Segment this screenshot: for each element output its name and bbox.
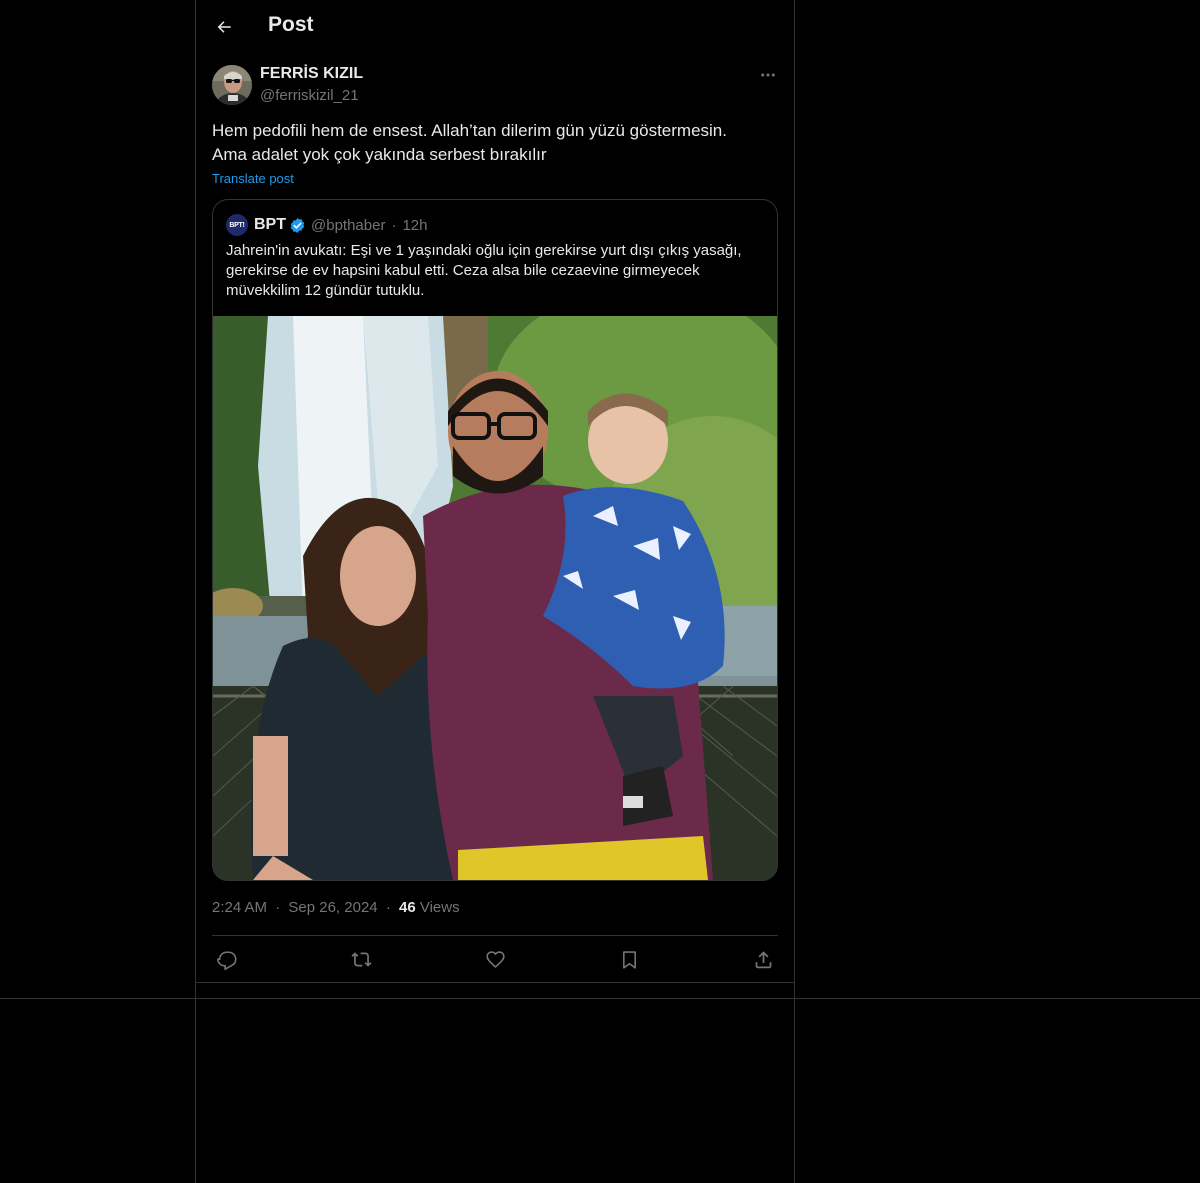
quoted-post-photo[interactable] [213, 316, 777, 880]
like-button[interactable] [480, 946, 510, 972]
author-name[interactable]: FERRİS KIZIL [260, 65, 363, 83]
quoted-text-line: müvekkilim 12 gündür tutuklu. [226, 282, 425, 299]
quoted-post-card[interactable]: BPT! BPT @bpthaber · 12h Jahrein'in avuk… [212, 199, 778, 881]
post-date[interactable]: Sep 26, 2024 [288, 899, 377, 916]
page-divider [0, 998, 1200, 999]
thread-divider [196, 982, 794, 983]
verified-badge-icon [289, 217, 306, 234]
post-text-line: Hem pedofili hem de ensest. Allah’tan di… [212, 121, 727, 140]
quoted-post-time[interactable]: 12h [402, 217, 427, 234]
reply-button[interactable] [212, 946, 242, 972]
post-time[interactable]: 2:24 AM [212, 899, 267, 916]
views-label: Views [419, 899, 460, 916]
quoted-post-header: BPT @bpthaber · 12h [254, 215, 427, 235]
arrow-left-icon [215, 18, 233, 36]
reply-icon [216, 949, 238, 970]
more-dots-icon [759, 66, 777, 84]
quoted-author-handle: @bpthaber [311, 216, 386, 234]
repost-icon [350, 949, 372, 970]
separator-dot: · [275, 899, 281, 916]
repost-button[interactable] [346, 946, 376, 972]
quoted-text-line: gerekirse de ev hapsini kabul etti. Ceza… [226, 262, 700, 279]
quoted-post-text: Jahrein'in avukatı: Eşi ve 1 yaşındaki o… [226, 241, 766, 301]
more-options-button[interactable] [753, 63, 783, 87]
post-header: Post [196, 0, 794, 54]
author-handle[interactable]: @ferriskizil_21 [260, 87, 359, 104]
separator-dot: · [391, 216, 397, 234]
views-count[interactable]: 46 [399, 899, 416, 916]
quoted-text-line: Jahrein'in avukatı: Eşi ve 1 yaşındaki o… [226, 242, 742, 259]
post-action-bar [212, 935, 778, 982]
quoted-author-name[interactable]: BPT [254, 216, 286, 234]
bookmark-icon [619, 949, 640, 970]
heart-icon [485, 949, 506, 970]
share-icon [753, 949, 774, 970]
page-title: Post [268, 13, 314, 36]
post-text-line: Ama adalet yok çok yakında serbest bırak… [212, 145, 547, 164]
post-meta: 2:24 AM · Sep 26, 2024 · 46 Views [212, 899, 460, 916]
separator-dot: · [385, 899, 391, 916]
quoted-author-avatar[interactable]: BPT! [226, 214, 248, 236]
back-button[interactable] [208, 11, 240, 43]
share-button[interactable] [748, 946, 778, 972]
author-avatar[interactable] [212, 65, 252, 105]
post-text: Hem pedofili hem de ensest. Allah’tan di… [212, 119, 778, 167]
translate-post-link[interactable]: Translate post [212, 171, 294, 186]
bookmark-button[interactable] [614, 946, 644, 972]
